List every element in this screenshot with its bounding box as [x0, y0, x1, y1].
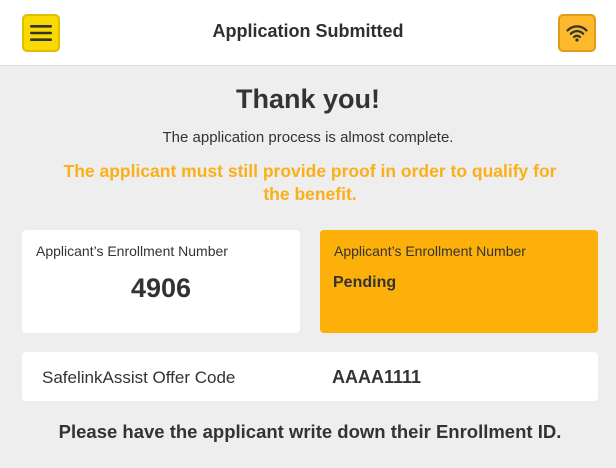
enrollment-number-label: Applicant’s Enrollment Number	[36, 243, 228, 259]
offer-code-label: SafelinkAssist Offer Code	[42, 368, 236, 387]
offer-code-value: AAAA1111	[332, 367, 422, 387]
enrollment-number-card: Applicant’s Enrollment Number 4906	[22, 230, 300, 333]
thank-you-heading: Thank you!	[235, 84, 380, 114]
enrollment-status-value: Pending	[333, 274, 397, 291]
wifi-icon	[566, 25, 588, 42]
offer-code-row: SafelinkAssist Offer Code AAAA1111	[22, 352, 598, 401]
enrollment-number-value: 4906	[130, 273, 192, 303]
process-subtitle: The application process is almost comple…	[162, 129, 454, 146]
wifi-button[interactable]	[558, 14, 596, 52]
page-title: Application Submitted	[212, 21, 404, 41]
enrollment-status-card: Applicant’s Enrollment Number Pending	[320, 230, 598, 333]
proof-warning-text: The applicant must still provide proof i…	[63, 161, 557, 204]
enrollment-id-instruction: Please have the applicant write down the…	[58, 421, 562, 442]
top-header-bar: Application Submitted	[0, 0, 616, 66]
enrollment-status-label: Applicant’s Enrollment Number	[334, 243, 526, 259]
